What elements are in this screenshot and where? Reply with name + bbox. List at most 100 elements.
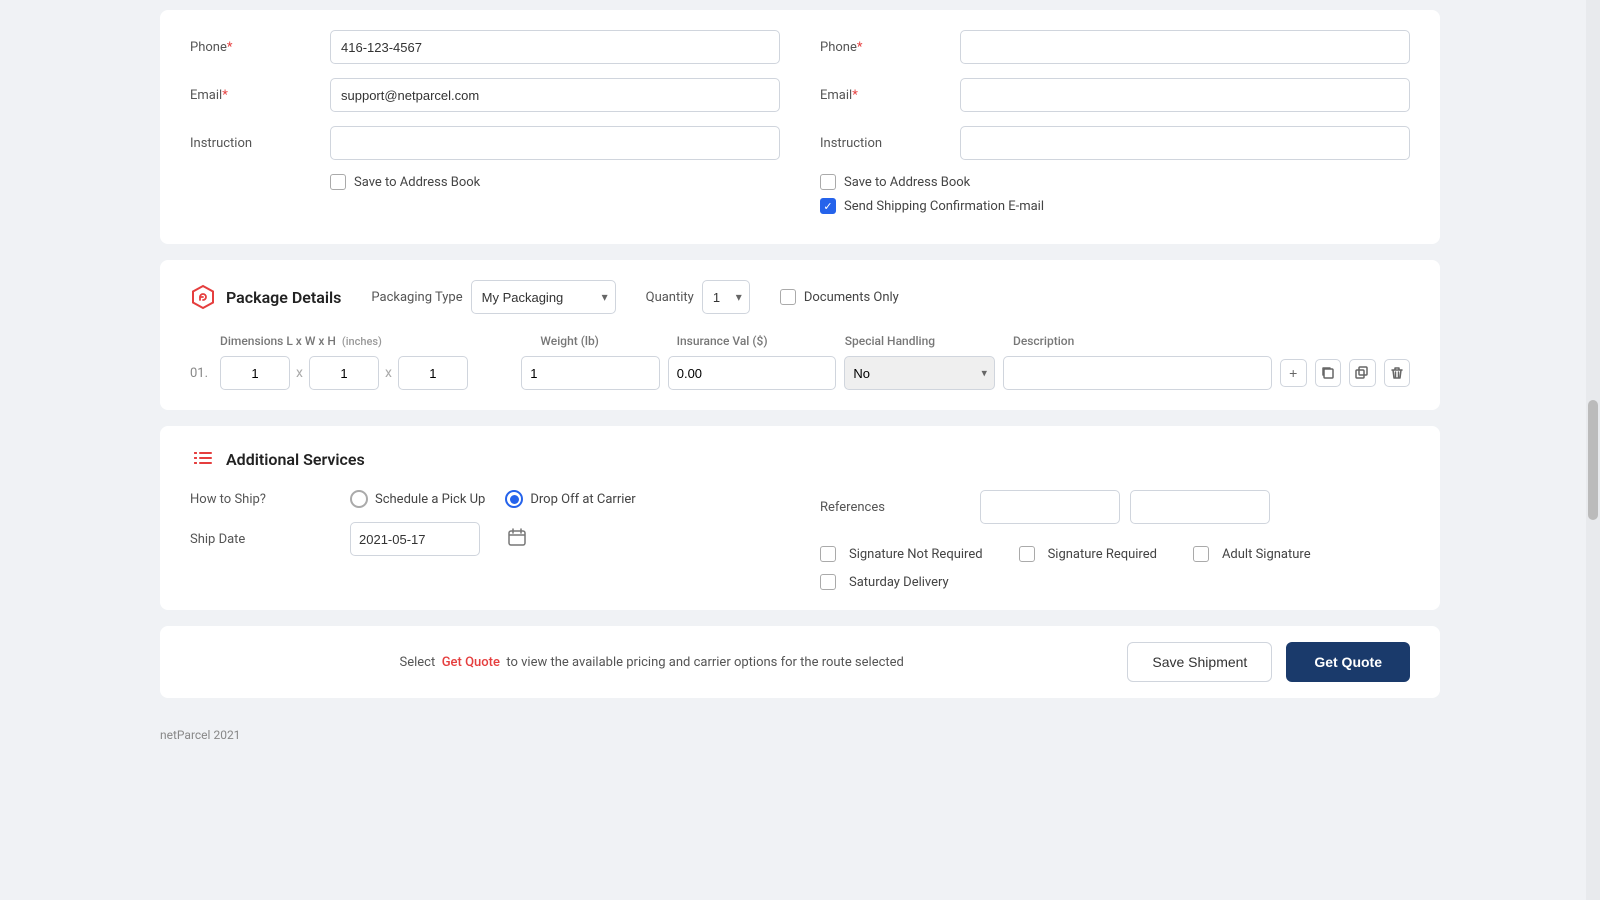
recipient-phone-input[interactable] [960, 30, 1410, 64]
sender-save-label: Save to Address Book [354, 175, 480, 190]
footer-hint-select: Select [400, 655, 436, 670]
recipient-confirmation-label: Send Shipping Confirmation E-mail [844, 199, 1044, 214]
recipient-email-input[interactable] [960, 78, 1410, 112]
recipient-save-checkbox-label[interactable]: Save to Address Book [820, 174, 970, 190]
recipient-phone-label: Phone* [820, 40, 960, 55]
packaging-type-option: Packaging Type My Packaging Carrier Pack… [371, 280, 615, 314]
row-number: 01. [190, 366, 220, 381]
package-details-card: Package Details Packaging Type My Packag… [160, 260, 1440, 410]
special-handling-select[interactable]: No Yes - Fragile Yes - Do Not Stack [844, 356, 995, 390]
saturday-delivery-checkbox[interactable] [820, 574, 836, 590]
sig-required-text: Signature Required [1048, 547, 1157, 562]
how-to-ship-row: How to Ship? Schedule a Pick Up Drop Off… [190, 490, 780, 508]
package-section-header: Package Details [190, 284, 341, 310]
get-quote-button[interactable]: Get Quote [1286, 642, 1410, 682]
sig-not-required-checkbox[interactable] [820, 546, 836, 562]
references-inputs [980, 490, 1270, 524]
sender-instruction-label: Instruction [190, 136, 330, 151]
signature-section: Signature Not Required Signature Require… [820, 538, 1410, 590]
quantity-select[interactable]: 1 2 3 [702, 280, 750, 314]
recipient-email-row: Email* [820, 78, 1410, 112]
dropoff-radio-label[interactable]: Drop Off at Carrier [505, 490, 635, 508]
pkg-table-header: Dimensions L x W x H (inches) Weight (lb… [190, 334, 1410, 356]
dim-w-input[interactable] [309, 356, 379, 390]
insurance-input[interactable] [668, 356, 837, 390]
copy-row-button[interactable] [1315, 359, 1342, 387]
recipient-save-checkbox[interactable] [820, 174, 836, 190]
footer-hint: Select Get Quote to view the available p… [190, 655, 1113, 670]
sender-phone-input[interactable] [330, 30, 780, 64]
recipient-phone-row: Phone* [820, 30, 1410, 64]
special-header-label: Special Handling [845, 334, 1013, 348]
dropoff-label: Drop Off at Carrier [530, 492, 635, 507]
sig-required-label[interactable]: Signature Required [1019, 546, 1157, 562]
recipient-section: Phone* Email* Instruction [820, 30, 1410, 224]
how-to-ship-label: How to Ship? [190, 492, 330, 507]
services-grid: How to Ship? Schedule a Pick Up Drop Off… [190, 490, 1410, 590]
sender-email-row: Email* [190, 78, 780, 112]
duplicate-row-button[interactable] [1349, 359, 1376, 387]
packaging-type-select[interactable]: My Packaging Carrier Packaging [471, 280, 616, 314]
dimensions-inputs: x x [220, 356, 521, 390]
footer-bar: Select Get Quote to view the available p… [160, 626, 1440, 698]
dim-h-input[interactable] [398, 356, 468, 390]
dim-sep-2: x [385, 365, 392, 381]
description-input[interactable] [1003, 356, 1272, 390]
save-shipment-button[interactable]: Save Shipment [1127, 642, 1272, 682]
reference1-input[interactable] [980, 490, 1120, 524]
dim-l-input[interactable] [220, 356, 290, 390]
copy-icon [1321, 366, 1335, 380]
weight-input[interactable] [521, 356, 660, 390]
add-row-button[interactable]: + [1280, 359, 1307, 387]
list-icon [192, 448, 214, 470]
package-icon [190, 284, 216, 310]
sig-not-required-text: Signature Not Required [849, 547, 983, 562]
recipient-confirmation-checkbox-label[interactable]: Send Shipping Confirmation E-mail [820, 198, 1044, 214]
scrollbar-thumb[interactable] [1588, 400, 1598, 520]
sender-email-input[interactable] [330, 78, 780, 112]
documents-only-checkbox[interactable] [780, 289, 796, 305]
dropoff-radio[interactable] [505, 490, 523, 508]
documents-only-option: Documents Only [780, 289, 899, 305]
sig-not-required-label[interactable]: Signature Not Required [820, 546, 983, 562]
delete-row-button[interactable] [1384, 359, 1411, 387]
package-section-title: Package Details [226, 288, 341, 307]
row-actions: + [1280, 359, 1410, 387]
additional-services-card: Additional Services How to Ship? Schedul… [160, 426, 1440, 610]
sig-required-checkbox[interactable] [1019, 546, 1035, 562]
schedule-pickup-radio[interactable] [350, 490, 368, 508]
recipient-instruction-input[interactable] [960, 126, 1410, 160]
sender-phone-label: Phone* [190, 40, 330, 55]
schedule-pickup-radio-label[interactable]: Schedule a Pick Up [350, 490, 485, 508]
references-row: References [820, 490, 1410, 524]
dim-unit-label: (inches) [342, 335, 382, 348]
get-quote-link[interactable]: Get Quote [442, 655, 500, 670]
recipient-save-row: Save to Address Book [820, 174, 1410, 190]
footer-text: netParcel 2021 [0, 718, 1600, 752]
packaging-type-label: Packaging Type [371, 290, 462, 305]
scrollbar[interactable] [1586, 0, 1600, 900]
adult-sig-label[interactable]: Adult Signature [1193, 546, 1311, 562]
reference2-input[interactable] [1130, 490, 1270, 524]
quantity-option: Quantity 1 2 3 [646, 280, 750, 314]
adult-sig-checkbox[interactable] [1193, 546, 1209, 562]
sender-save-checkbox-label[interactable]: Save to Address Book [330, 174, 480, 190]
documents-only-checkbox-label[interactable]: Documents Only [780, 289, 899, 305]
address-form-card: Phone* Email* Instruction [160, 10, 1440, 244]
calendar-icon[interactable] [508, 528, 526, 550]
dim-sep-1: x [296, 365, 303, 381]
sender-instruction-input[interactable] [330, 126, 780, 160]
documents-only-label: Documents Only [804, 290, 899, 305]
services-right: References Signature Not Required [820, 490, 1410, 590]
saturday-delivery-label[interactable]: Saturday Delivery [820, 574, 1410, 590]
packaging-type-select-wrapper: My Packaging Carrier Packaging [471, 280, 616, 314]
ship-date-row: Ship Date [190, 522, 780, 556]
table-row: 01. x x No Yes [190, 356, 1410, 390]
insurance-header-label: Insurance Val ($) [677, 334, 845, 348]
description-header-label: Description [1013, 334, 1280, 348]
ship-date-input[interactable] [350, 522, 480, 556]
recipient-confirmation-checkbox[interactable] [820, 198, 836, 214]
sender-save-checkbox[interactable] [330, 174, 346, 190]
package-svg-icon [190, 284, 216, 310]
ship-date-label: Ship Date [190, 532, 330, 547]
